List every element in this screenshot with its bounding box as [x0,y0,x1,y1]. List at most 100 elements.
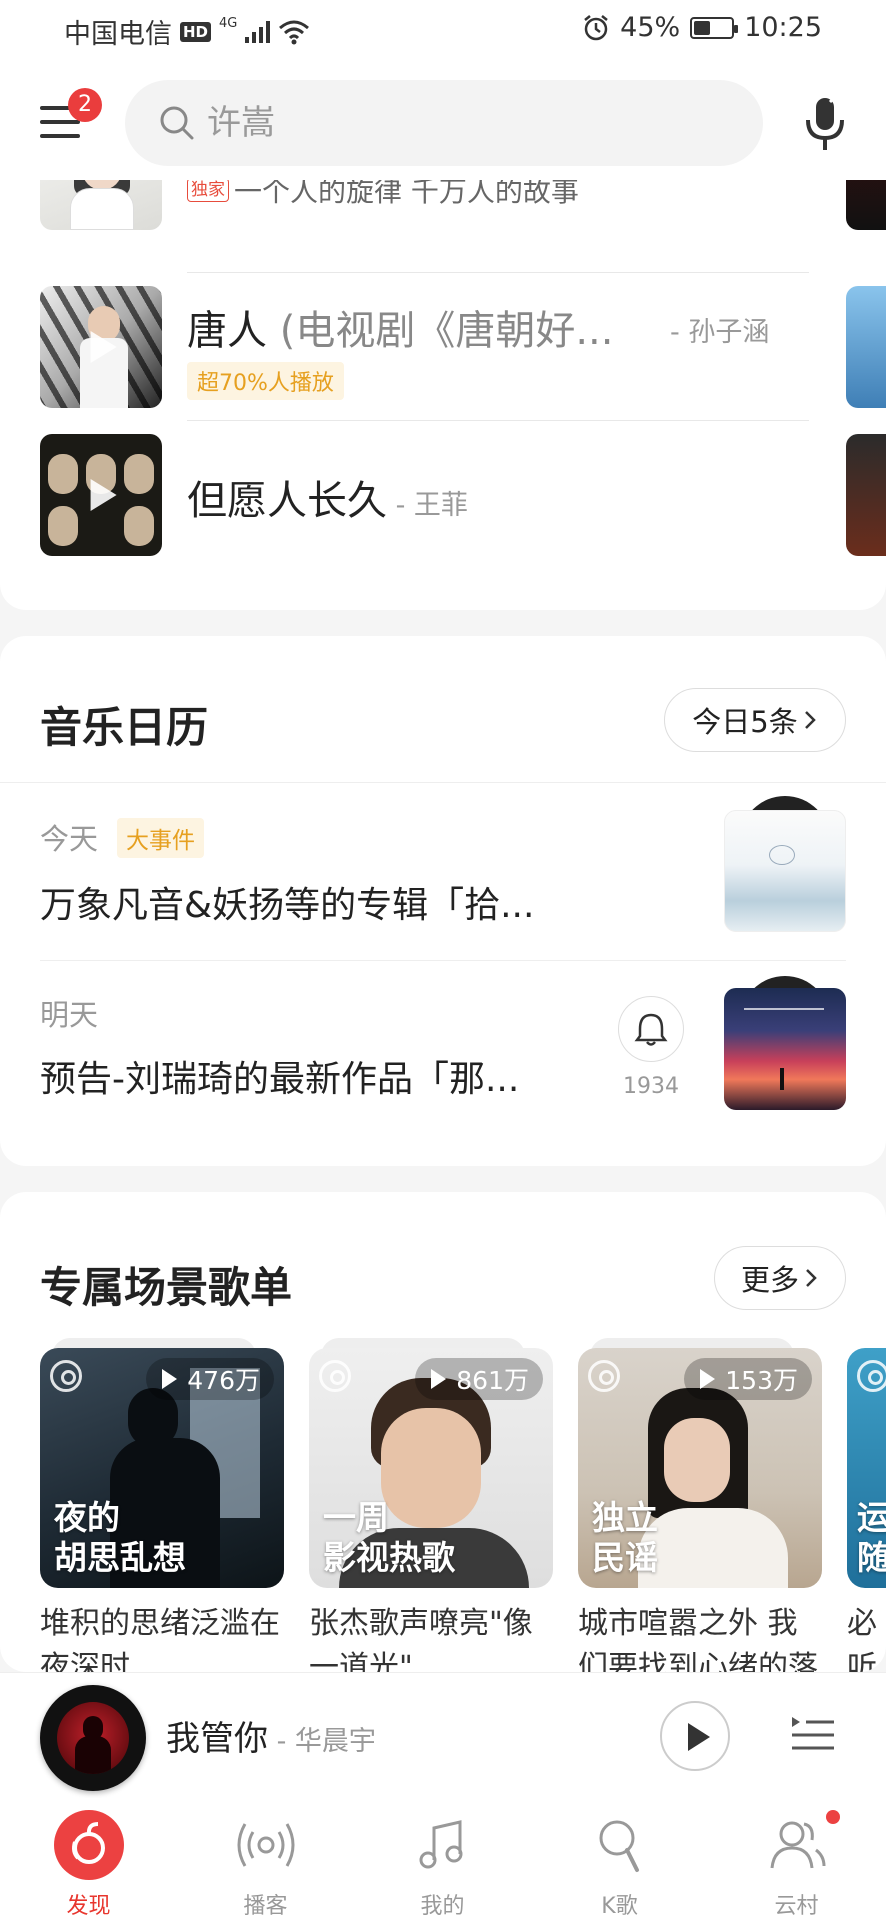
play-count-icon [431,1369,447,1389]
playlist-description: 张杰歌声嘹亮"像一道光" [309,1606,533,1672]
calendar-day: 今天 [40,822,99,856]
tab-podcast[interactable]: 播客 [177,1798,354,1920]
playlist-label: 民谣 [592,1538,658,1577]
search-input[interactable] [207,103,727,143]
podcast-icon [237,1823,294,1867]
reminder-button[interactable] [618,996,684,1062]
more-label: 更多 [740,1263,799,1297]
playlist-label: 影视热歌 [323,1538,455,1577]
play-count: 153万 [725,1366,798,1395]
song-list-card: 独家 一个人的旋律 千万人的故事 唐人 (电视剧《唐朝好... - 孙子涵 超7… [0,160,886,610]
tab-mine[interactable]: 我的 [354,1798,531,1920]
next-card-peek [846,286,886,408]
clock: 10:25 [744,12,822,43]
community-icon [770,1821,825,1869]
song-title: 唐人 [187,308,267,354]
status-bar: 中国电信 HD 4G 45% 10:25 [0,0,886,60]
microphone-icon [599,1820,639,1872]
notification-badge: 2 [68,88,102,122]
section-title: 专属场景歌单 [40,1263,293,1312]
battery-percent: 45% [620,12,681,43]
search-icon [160,106,194,140]
now-playing-disc[interactable] [40,1685,146,1791]
bell-icon [634,1013,668,1046]
reminder-count: 1934 [623,1074,679,1099]
play-count-icon [700,1369,716,1389]
popularity-tag: 超70%人播放 [187,362,344,400]
more-button[interactable]: 更多 [714,1246,846,1310]
community-notification-dot [826,1810,840,1824]
mini-player[interactable]: 我管你 - 华晨宇 [0,1672,886,1798]
song-cover [40,434,162,556]
now-playing-artist: - 华晨宇 [268,1726,376,1757]
scene-playlist-card: 专属场景歌单 更多 476万 夜的 胡思乱想 堆积的思绪泛滥在夜深时 861万 一… [0,1192,886,1672]
tab-community[interactable]: 云村 [708,1798,885,1920]
play-count-icon [162,1369,178,1389]
album-thumbnail [724,810,846,932]
today-items-button[interactable]: 今日5条 [664,688,846,752]
tab-karaoke[interactable]: K歌 [531,1798,708,1920]
play-icon [688,1723,710,1751]
discover-icon [71,1822,105,1864]
alarm-icon [584,14,608,40]
music-calendar-card: 音乐日历 今日5条 今天 大事件 万象凡音&妖扬等的专辑「拾... 明天 预告-… [0,636,886,1166]
playlist-cover: 153万 独立 民谣 [578,1348,822,1588]
tab-label: 云村 [774,1894,819,1919]
top-header: 2 [0,60,886,180]
playlist-queue-icon[interactable] [788,1709,838,1759]
network-type: 4G [219,16,238,31]
song-title: 但愿人长久 [187,478,387,524]
event-tag: 大事件 [117,818,204,858]
playlist-description: 堆积的思绪泛滥在夜深时 [40,1606,280,1672]
album-thumbnail [724,988,846,1110]
playlist-label: 一周 [323,1498,389,1537]
tab-discover[interactable]: 发现 [0,1798,177,1920]
playlist-label: 夜的 [54,1498,120,1537]
calendar-event-text: 预告-刘瑞琦的最新作品「那... [40,1059,520,1100]
bottom-tab-bar: 发现 播客 我的 K歌 云村 [0,1798,886,1920]
song-cover [40,286,162,408]
calendar-event-text: 万象凡音&妖扬等的专辑「拾... [40,885,535,926]
tab-label: 我的 [420,1894,465,1919]
music-note-icon [419,1820,462,1869]
playlist-cover: 476万 夜的 胡思乱想 [40,1348,284,1588]
chevron-right-icon [806,1269,817,1287]
playlist-cover: 运随 [847,1348,886,1588]
playlist-cover: 861万 一周 影视热歌 [309,1348,553,1588]
netease-logo-icon [319,1360,351,1392]
song-title-detail: (电视剧《唐朝好... [267,308,614,354]
song-row[interactable]: 唐人 (电视剧《唐朝好... - 孙子涵 超70%人播放 [0,286,886,434]
exclusive-tag: 独家 [187,178,229,202]
song-artist: - 王菲 [387,490,468,521]
chevron-right-icon [804,711,816,729]
netease-logo-icon [857,1360,886,1392]
tab-label: 发现 [66,1894,111,1919]
wifi-icon [279,20,310,44]
netease-logo-icon [50,1360,82,1392]
section-title: 音乐日历 [40,703,209,752]
playlist-description: 城市喧嚣之外 我们要找到心绪的落脚 [578,1606,818,1672]
calendar-day: 明天 [40,998,99,1032]
tab-label: K歌 [601,1894,638,1919]
now-playing-title: 我管你 [166,1719,268,1759]
carrier-name: 中国电信 [64,19,172,50]
search-bar[interactable] [125,80,763,166]
play-count: 476万 [187,1366,260,1395]
playlist-label: 胡思乱想 [54,1538,186,1577]
voice-search-icon[interactable] [800,94,850,154]
playlist-label: 运 [857,1498,886,1537]
play-count: 861万 [456,1366,529,1395]
hd-badge: HD [180,21,212,42]
play-button[interactable] [660,1701,730,1771]
today-items-label: 今日5条 [692,705,798,739]
song-artist: - 孙子涵 [670,317,770,348]
playlist-description: 必听今天 [847,1606,877,1672]
song-row[interactable]: 但愿人长久 - 王菲 [0,434,886,582]
tab-label: 播客 [243,1894,288,1919]
playlist-label: 独立 [592,1498,658,1537]
netease-logo-icon [588,1360,620,1392]
battery-icon [690,16,739,39]
next-card-peek [846,434,886,556]
signal-icon [245,20,271,43]
playlist-label: 随 [857,1538,886,1577]
